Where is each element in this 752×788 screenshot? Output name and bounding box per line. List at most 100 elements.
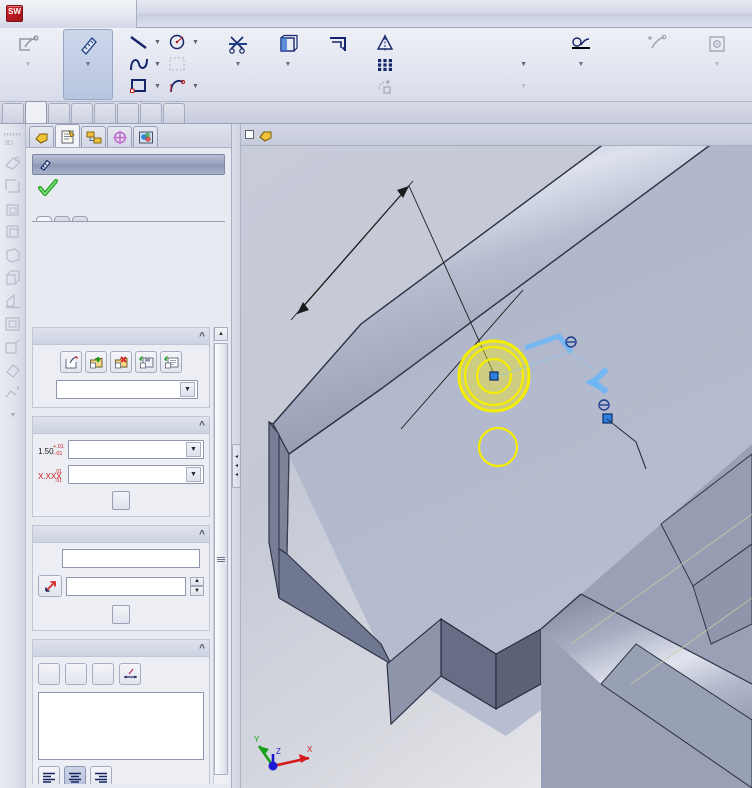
tolerance-type-dropdown[interactable]: ▼ (68, 440, 204, 459)
display-delete-relations-caret-icon[interactable]: ▼ (578, 61, 585, 68)
graphics-viewport[interactable]: X Y Z (241, 124, 752, 788)
menu-routing[interactable] (325, 11, 343, 17)
appearances-icon[interactable] (0, 358, 26, 381)
tolerance-collapse-chevron-icon[interactable]: ^ (199, 420, 205, 431)
align-right-button[interactable] (90, 766, 112, 784)
menu-flow-simulation[interactable] (271, 11, 289, 17)
arc-tool-caret-icon[interactable]: ▼ (190, 75, 201, 97)
align-center-button[interactable] (64, 766, 86, 784)
apply-default-attributes-button[interactable] (60, 351, 82, 373)
move-entities-button[interactable]: ▼ (372, 76, 531, 98)
precision-chevron-icon[interactable]: ▼ (186, 467, 201, 482)
dimxpert-manager-tab[interactable] (107, 126, 132, 147)
align-left-button[interactable] (38, 766, 60, 784)
tab-leaders[interactable] (54, 216, 70, 221)
delete-style-button[interactable] (110, 351, 132, 373)
linear-sketch-pattern-caret-icon[interactable]: ▼ (504, 61, 527, 68)
spline-tool-button[interactable] (125, 53, 152, 75)
stepper-up-button[interactable]: ▲ (190, 576, 204, 586)
stepper-down-button[interactable]: ▼ (190, 586, 204, 596)
dimension-text-input[interactable] (38, 692, 204, 760)
section-view-icon[interactable] (0, 289, 26, 312)
tree-expand-button[interactable] (245, 130, 254, 139)
dimension-value-stepper[interactable]: ▲ ▼ (190, 576, 204, 596)
rotate-view-icon[interactable] (0, 243, 26, 266)
ok-checkmark-button[interactable] (38, 179, 58, 197)
tab-simulation[interactable] (163, 103, 185, 123)
exit-sketch-button[interactable]: ▼ (3, 29, 53, 100)
tab-office-products[interactable] (94, 103, 116, 123)
trim-entities-caret-icon[interactable]: ▼ (235, 61, 242, 68)
scrollbar-thumb[interactable] (214, 343, 228, 775)
style-dropdown-chevron-icon[interactable]: ▼ (180, 382, 195, 397)
view-settings-icon[interactable] (0, 312, 26, 335)
circle-tool-caret-icon[interactable]: ▼ (190, 31, 201, 53)
hide-show-items-icon[interactable] (0, 335, 26, 358)
dimension-value-field[interactable] (66, 576, 186, 596)
primary-value-collapse-chevron-icon[interactable]: ^ (199, 529, 205, 540)
add-new-style-button[interactable] (85, 351, 107, 373)
rectangle-tool-button[interactable] (125, 75, 152, 97)
pan-view-icon[interactable] (0, 266, 26, 289)
tab-flow-simulation[interactable] (140, 103, 162, 123)
load-style-button[interactable] (160, 351, 182, 373)
select-box-tool-button[interactable] (163, 53, 190, 75)
save-style-button[interactable] (135, 351, 157, 373)
tab-dimxpert[interactable] (71, 103, 93, 123)
tab-sketch[interactable] (25, 101, 47, 123)
menu-tools[interactable] (217, 11, 235, 17)
style-section-header[interactable]: ^ (33, 328, 209, 345)
inspection-text-button[interactable] (92, 663, 114, 685)
menu-toolbox[interactable] (253, 11, 271, 17)
tab-circuitworks[interactable] (117, 103, 139, 123)
precision-dropdown[interactable]: ▼ (68, 465, 204, 484)
quick-snaps-button[interactable]: ▼ (692, 29, 742, 100)
menu-circuitworks[interactable] (289, 11, 307, 17)
property-manager-scrollbar[interactable]: ▲ (213, 327, 228, 784)
trim-entities-button[interactable]: ▼ (213, 29, 263, 100)
dimension-name-field[interactable] (62, 549, 200, 568)
configuration-manager-tab[interactable] (81, 126, 106, 147)
style-collapse-chevron-icon[interactable]: ^ (199, 331, 205, 342)
smart-dimension-caret-icon[interactable]: ▼ (85, 61, 92, 68)
override-value-button[interactable] (38, 575, 62, 597)
dimension-text-collapse-chevron-icon[interactable]: ^ (199, 643, 205, 654)
tab-evaluate[interactable] (48, 103, 70, 123)
zoom-to-area-icon[interactable] (0, 197, 26, 220)
menu-simulation[interactable] (235, 11, 253, 17)
view-orientation-icon[interactable] (0, 151, 26, 174)
menu-insert[interactable] (199, 11, 217, 17)
smart-dimension-button[interactable]: ▼ (63, 29, 113, 100)
tolerance-type-chevron-icon[interactable]: ▼ (186, 442, 201, 457)
linear-sketch-pattern-button[interactable]: ▼ (372, 54, 531, 76)
convert-entities-button[interactable]: ▼ (263, 29, 313, 100)
rectangle-tool-caret-icon[interactable]: ▼ (152, 75, 163, 97)
menu-edit[interactable] (163, 11, 181, 17)
center-text-xx-button[interactable] (38, 663, 60, 685)
repair-sketch-button[interactable] (632, 29, 682, 100)
menu-photoview[interactable] (343, 11, 361, 17)
tab-value[interactable] (36, 216, 52, 221)
line-tool-caret-icon[interactable]: ▼ (152, 31, 163, 53)
offset-text-button[interactable] (65, 663, 87, 685)
menu-file[interactable] (145, 11, 163, 17)
view-toolbar-overflow-caret-icon[interactable]: ▼ (0, 404, 26, 427)
model-3d-render[interactable]: X Y Z (241, 124, 752, 788)
tab-other[interactable] (72, 216, 88, 221)
spline-tool-caret-icon[interactable]: ▼ (152, 53, 163, 75)
display-manager-tab[interactable] (133, 126, 158, 147)
scroll-up-button[interactable]: ▲ (214, 327, 228, 341)
line-tool-button[interactable] (125, 31, 152, 53)
property-manager-tab[interactable] (55, 124, 80, 147)
arc-tool-button[interactable] (163, 75, 190, 97)
primary-value-section-header[interactable]: ^ (33, 526, 209, 543)
tolerance-section-header[interactable]: ^ (33, 417, 209, 434)
sketch-grid-icon[interactable]: 3D (0, 128, 26, 151)
menu-view[interactable] (181, 11, 199, 17)
zoom-in-out-icon[interactable] (0, 220, 26, 243)
exit-sketch-caret-icon[interactable]: ▼ (25, 61, 32, 68)
apply-scene-icon[interactable] (0, 381, 26, 404)
primary-value-configurations-button[interactable] (112, 605, 130, 624)
tab-features[interactable] (2, 103, 24, 123)
style-dropdown[interactable]: ▼ (56, 380, 198, 399)
